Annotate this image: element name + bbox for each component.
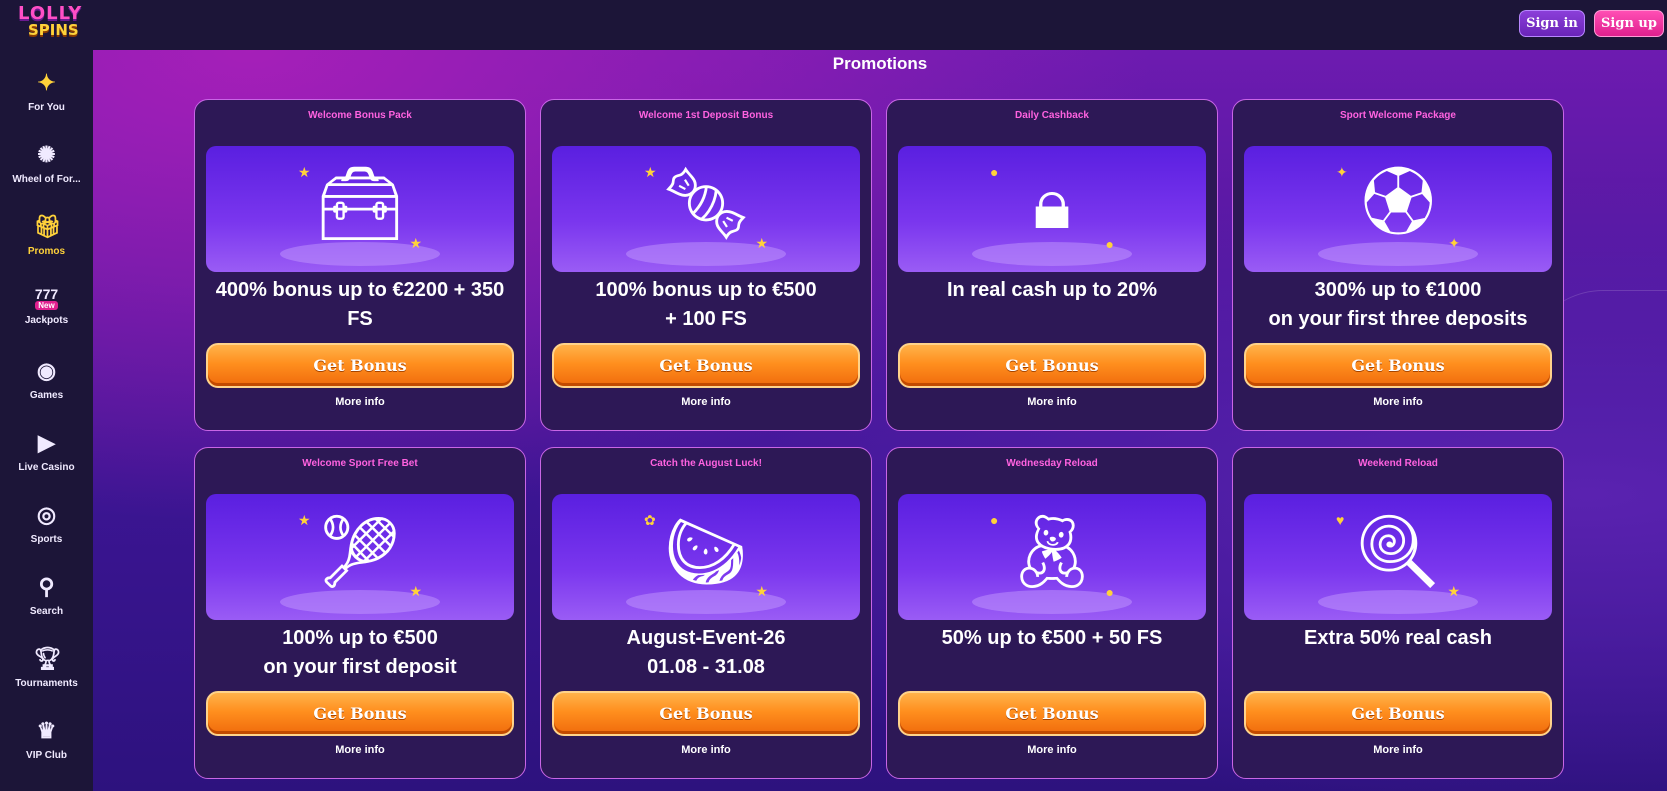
sidebar-item-wheel-of-fortune[interactable]: ✺ Wheel of For... xyxy=(0,142,93,212)
sidebar-item-label: Jackpots xyxy=(24,315,69,326)
sidebar-item-tournaments[interactable]: 🏆︎ Tournaments xyxy=(0,646,93,716)
sidebar-item-promos[interactable]: 🎁︎ Promos xyxy=(0,214,93,284)
promo-card: Welcome 1st Deposit Bonus ★ ★ 🍬︎ 100% bon… xyxy=(540,99,872,431)
promo-offer: 100% bonus up to €500 + 100 FS xyxy=(595,279,817,330)
sidebar-item-for-you[interactable]: ✦ For You xyxy=(0,70,93,140)
promo-offer: Extra 50% real cash xyxy=(1304,627,1492,649)
get-bonus-button[interactable]: Get Bonus xyxy=(898,343,1206,388)
promo-title: Catch the August Luck! xyxy=(650,458,762,469)
sidebar-item-vip-club[interactable]: ♛ VIP Club xyxy=(0,718,93,788)
wheel-icon: ✺ xyxy=(37,142,56,167)
sidebar-item-label: Sports xyxy=(30,534,63,545)
lollyspins-logo[interactable]: LOLLY SPINS xyxy=(18,5,84,45)
promo-card: Weekend Reload ♥ ★ 🍭︎ Extra 50% real cash… xyxy=(1232,447,1564,779)
soccer-ball-image: ✦ ✦ ⚽︎ xyxy=(1244,146,1552,272)
lollipop-image: ♥ ★ 🍭︎ xyxy=(1244,494,1552,620)
more-info-link[interactable]: More info xyxy=(541,396,871,408)
promo-card: Wednesday Reload ● ● 🧸︎ 50% up to €500 + … xyxy=(886,447,1218,779)
get-bonus-button[interactable]: Get Bonus xyxy=(206,691,514,736)
tennis-bucket-image: ★ ★ 🎾︎ xyxy=(206,494,514,620)
more-info-link[interactable]: More info xyxy=(1233,744,1563,756)
promo-title: Wednesday Reload xyxy=(1006,458,1098,469)
trophy-icon: 🏆︎ xyxy=(33,646,62,671)
sidebar-item-games[interactable]: ◉ Games xyxy=(0,358,93,428)
promo-title: Sport Welcome Package xyxy=(1340,110,1456,121)
more-info-link[interactable]: More info xyxy=(887,744,1217,756)
promo-card: Sport Welcome Package ✦ ✦ ⚽︎ 300% up to €… xyxy=(1232,99,1564,431)
more-info-link[interactable]: More info xyxy=(195,396,525,408)
sidebar-item-sports[interactable]: ◎ Sports xyxy=(0,502,93,572)
more-info-link[interactable]: More info xyxy=(1233,396,1563,408)
sidebar-item-label: For You xyxy=(28,102,65,113)
promo-offer: 400% bonus up to €2200 + 350 FS xyxy=(215,279,505,330)
promo-title: Daily Cashback xyxy=(1015,110,1089,121)
promo-offer: In real cash up to 20% xyxy=(946,279,1158,301)
promo-offer: 100% up to €500 on your first deposit xyxy=(263,627,457,678)
promotions-main: Promotions Welcome Bonus Pack ★ ★ 🧰︎ 400%… xyxy=(93,50,1667,791)
sign-up-button[interactable]: Sign up xyxy=(1594,10,1664,37)
get-bonus-button[interactable]: Get Bonus xyxy=(552,691,860,736)
promo-title: Welcome Sport Free Bet xyxy=(302,458,418,469)
crown-icon: ♛ xyxy=(36,718,57,743)
get-bonus-button[interactable]: Get Bonus xyxy=(552,343,860,388)
page-title: Promotions xyxy=(832,54,928,73)
sidebar-item-label: Wheel of For... xyxy=(12,174,81,185)
promo-title: Welcome Bonus Pack xyxy=(308,110,412,121)
sidebar-item-label: Games xyxy=(29,390,64,401)
get-bonus-button[interactable]: Get Bonus xyxy=(1244,343,1552,388)
more-info-link[interactable]: More info xyxy=(541,744,871,756)
promo-offer: 50% up to €500 + 50 FS xyxy=(941,627,1163,649)
promo-card: Daily Cashback ● ● 🔒︎ In real cash up to … xyxy=(886,99,1218,431)
candy-image: ★ ★ 🍬︎ xyxy=(552,146,860,272)
logo-line-2: SPINS xyxy=(28,21,79,39)
sidebar-item-label: Tournaments xyxy=(15,678,78,689)
more-info-link[interactable]: More info xyxy=(887,396,1217,408)
sidebar-item-live-casino[interactable]: ▶ Live Casino xyxy=(0,430,93,500)
search-icon: ⚲ xyxy=(38,574,55,599)
basketball-icon: ◎ xyxy=(36,502,57,527)
gift-icon: 🎁︎ xyxy=(33,214,62,239)
sidebar-item-label: Live Casino xyxy=(18,462,75,473)
play-icon: ▶ xyxy=(38,430,55,455)
watermelon-image: ✿ ★ 🍉︎ xyxy=(552,494,860,620)
promo-card: Welcome Sport Free Bet ★ ★ 🎾︎ 100% up to … xyxy=(194,447,526,779)
sidebar-item-jackpots[interactable]: 777 New Jackpots xyxy=(0,286,93,356)
promo-card: Catch the August Luck! ✿ ★ 🍉︎ August-Even… xyxy=(540,447,872,779)
treasure-chest-image: ★ ★ 🧰︎ xyxy=(206,146,514,272)
slot-machine-icon: 777 xyxy=(34,286,59,302)
promo-offer: 300% up to €1000 on your first three dep… xyxy=(1268,279,1528,330)
gummy-bear-image: ● ● 🧸︎ xyxy=(898,494,1206,620)
sign-in-button[interactable]: Sign in xyxy=(1519,10,1585,37)
promo-offer: August-Event-26 01.08 - 31.08 xyxy=(626,627,786,678)
new-badge: New xyxy=(35,301,58,310)
sidebar-item-label: Search xyxy=(29,606,64,617)
sidebar-item-label: Promos xyxy=(27,246,66,257)
safe-image: ● ● 🔒︎ xyxy=(898,146,1206,272)
promo-card: Welcome Bonus Pack ★ ★ 🧰︎ 400% bonus up t… xyxy=(194,99,526,431)
get-bonus-button[interactable]: Get Bonus xyxy=(898,691,1206,736)
sidebar: ✦ For You ✺ Wheel of For... 🎁︎ Promos 77… xyxy=(0,50,93,791)
promo-title: Welcome 1st Deposit Bonus xyxy=(638,110,774,121)
top-bar: LOLLY SPINS Sign in Sign up xyxy=(0,0,1667,50)
sidebar-item-label: VIP Club xyxy=(26,750,67,761)
get-bonus-button[interactable]: Get Bonus xyxy=(1244,691,1552,736)
get-bonus-button[interactable]: Get Bonus xyxy=(206,343,514,388)
gamepad-icon: ◉ xyxy=(36,358,57,383)
more-info-link[interactable]: More info xyxy=(195,744,525,756)
sparkles-icon: ✦ xyxy=(37,70,56,95)
sidebar-item-search[interactable]: ⚲ Search xyxy=(0,574,93,644)
promo-title: Weekend Reload xyxy=(1358,458,1438,469)
